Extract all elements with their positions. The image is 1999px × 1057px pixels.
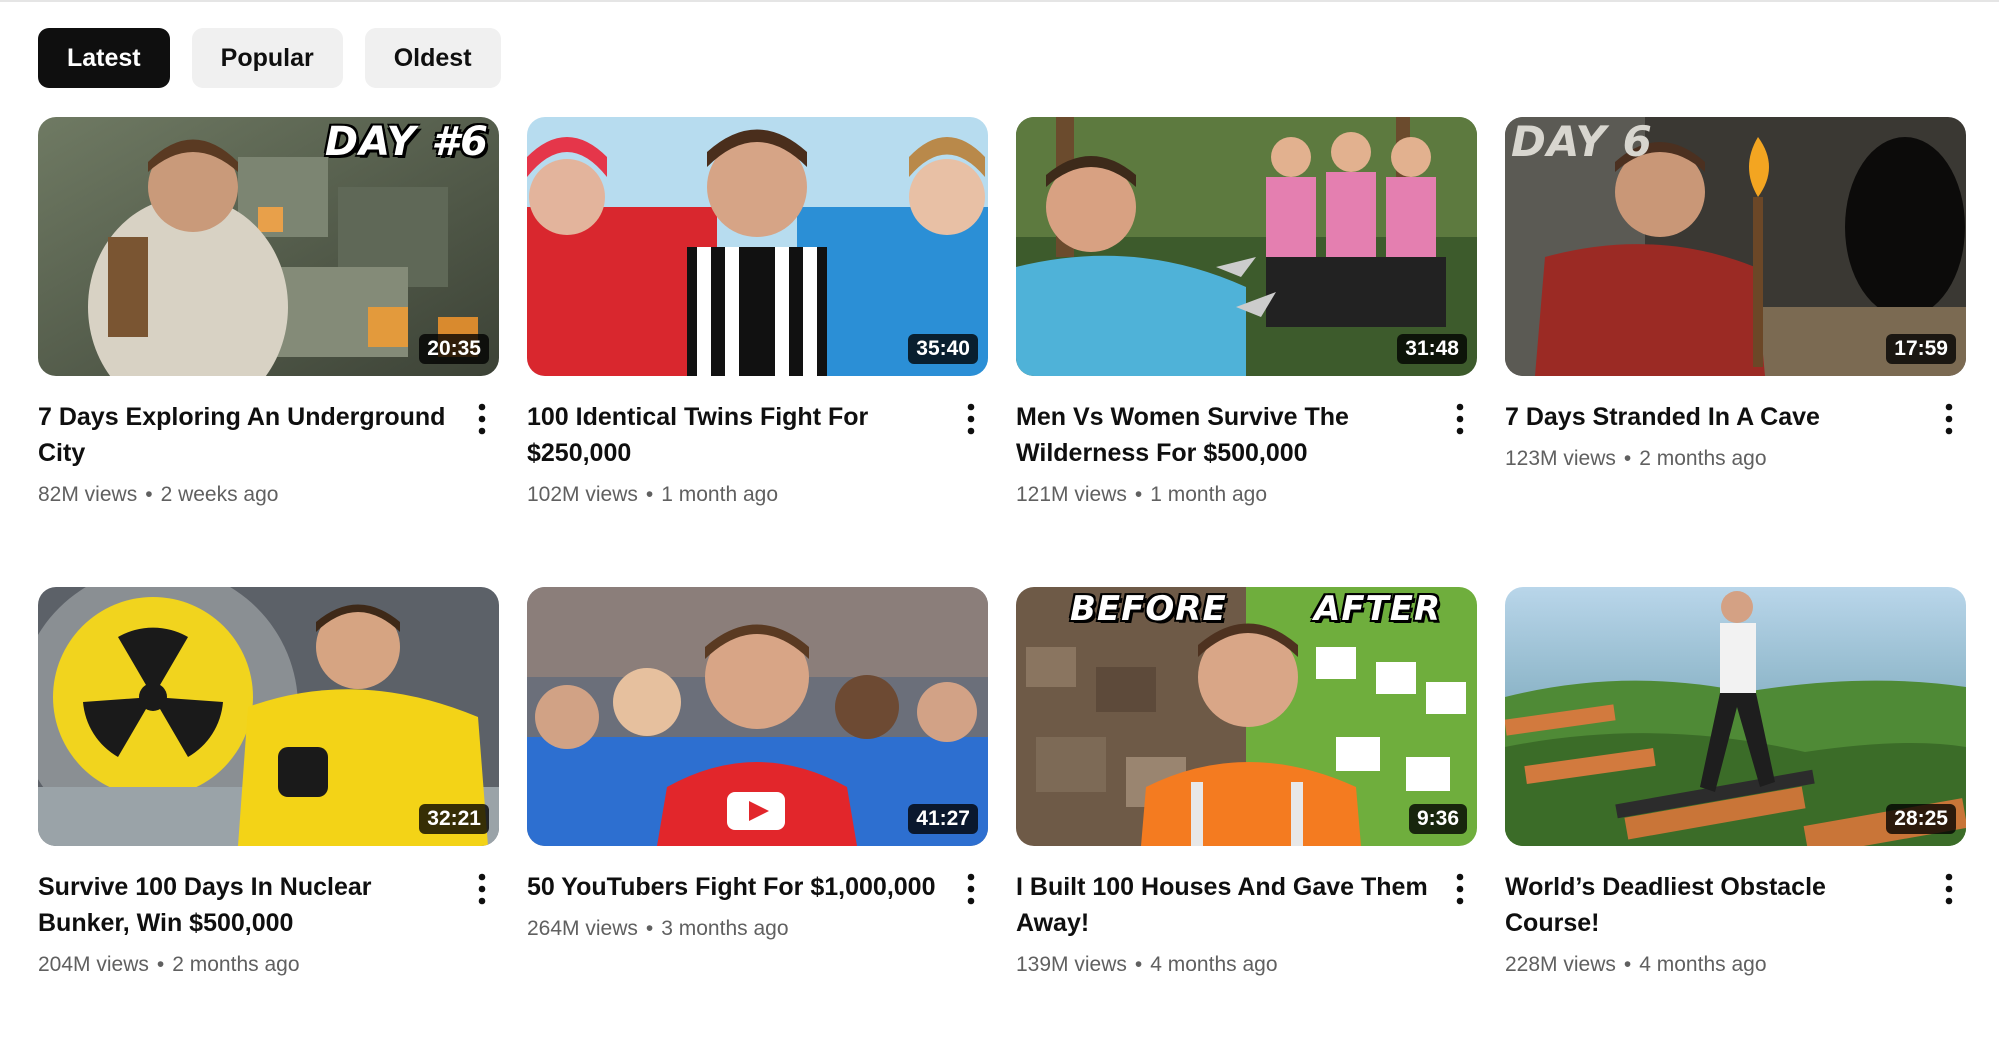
duration-badge: 32:21: [419, 804, 489, 834]
video-thumbnail[interactable]: BEFORE AFTER 9:36: [1016, 587, 1477, 846]
chip-popular[interactable]: Popular: [191, 28, 343, 88]
more-vert-icon: [1945, 873, 1953, 905]
video-card[interactable]: 32:21 Survive 100 Days In Nuclear Bunker…: [38, 587, 499, 1057]
separator: •: [1623, 447, 1632, 470]
view-count: 228M views: [1505, 953, 1616, 976]
view-count: 264M views: [527, 917, 638, 940]
separator: •: [1134, 953, 1143, 976]
more-actions-button[interactable]: [465, 869, 499, 913]
more-actions-button[interactable]: [1932, 869, 1966, 913]
video-card[interactable]: DAY 6 17:59 7 Days Stranded In A Cave 12…: [1505, 117, 1966, 587]
video-card[interactable]: 28:25 World’s Deadliest Obstacle Course!…: [1505, 587, 1966, 1057]
upload-age: 3 months ago: [661, 917, 789, 940]
more-actions-button[interactable]: [465, 399, 499, 443]
chip-oldest[interactable]: Oldest: [364, 28, 501, 88]
separator: •: [1134, 483, 1143, 506]
view-count: 82M views: [38, 483, 138, 506]
video-thumbnail[interactable]: DAY #6 20:35: [38, 117, 499, 376]
upload-age: 1 month ago: [1150, 483, 1268, 506]
separator: •: [156, 953, 165, 976]
video-stats: 123M views • 2 months ago: [1505, 445, 1920, 473]
more-actions-button[interactable]: [1932, 399, 1966, 443]
thumbnail-overlay-after: AFTER: [1314, 589, 1442, 629]
video-thumbnail[interactable]: DAY 6 17:59: [1505, 117, 1966, 376]
video-card[interactable]: 35:40 100 Identical Twins Fight For $250…: [527, 117, 988, 587]
video-card[interactable]: BEFORE AFTER 9:36 I Built 100 Houses And…: [1016, 587, 1477, 1057]
upload-age: 2 months ago: [1639, 447, 1767, 470]
video-card[interactable]: DAY #6 20:35 7 Days Exploring An Undergr…: [38, 117, 499, 587]
video-stats: 228M views • 4 months ago: [1505, 951, 1920, 979]
more-vert-icon: [1456, 873, 1464, 905]
view-count: 102M views: [527, 483, 638, 506]
duration-badge: 31:48: [1397, 334, 1467, 364]
video-thumbnail[interactable]: 35:40: [527, 117, 988, 376]
upload-age: 2 months ago: [172, 953, 300, 976]
video-title[interactable]: Survive 100 Days In Nuclear Bunker, Win …: [38, 869, 453, 941]
more-vert-icon: [967, 873, 975, 905]
video-stats: 204M views • 2 months ago: [38, 951, 453, 979]
thumbnail-overlay-text: DAY 6: [1511, 117, 1653, 166]
separator: •: [145, 483, 153, 506]
upload-age: 2 weeks ago: [160, 483, 279, 506]
video-stats: 82M views • 2 weeks ago: [38, 481, 453, 509]
chip-latest[interactable]: Latest: [38, 28, 170, 88]
upload-age: 4 months ago: [1639, 953, 1767, 976]
view-count: 121M views: [1016, 483, 1127, 506]
top-divider: [0, 0, 1999, 2]
separator: •: [645, 483, 654, 506]
more-vert-icon: [478, 403, 486, 435]
sort-chips: Latest Popular Oldest: [38, 28, 501, 88]
video-stats: 139M views • 4 months ago: [1016, 951, 1431, 979]
video-title[interactable]: 100 Identical Twins Fight For $250,000: [527, 399, 942, 471]
video-card[interactable]: 41:27 50 YouTubers Fight For $1,000,000 …: [527, 587, 988, 1057]
video-thumbnail[interactable]: 31:48: [1016, 117, 1477, 376]
duration-badge: 28:25: [1886, 804, 1956, 834]
upload-age: 1 month ago: [661, 483, 779, 506]
video-title[interactable]: 7 Days Exploring An Underground City: [38, 399, 453, 471]
thumbnail-overlay-before: BEFORE: [1070, 589, 1227, 629]
video-card[interactable]: 31:48 Men Vs Women Survive The Wildernes…: [1016, 117, 1477, 587]
view-count: 139M views: [1016, 953, 1127, 976]
separator: •: [1623, 953, 1632, 976]
video-thumbnail[interactable]: 41:27: [527, 587, 988, 846]
video-grid: DAY #6 20:35 7 Days Exploring An Undergr…: [38, 117, 1966, 1057]
more-actions-button[interactable]: [954, 399, 988, 443]
video-thumbnail[interactable]: 28:25: [1505, 587, 1966, 846]
video-title[interactable]: 7 Days Stranded In A Cave: [1505, 399, 1920, 435]
video-thumbnail[interactable]: 32:21: [38, 587, 499, 846]
more-vert-icon: [478, 873, 486, 905]
video-title[interactable]: 50 YouTubers Fight For $1,000,000: [527, 869, 942, 905]
more-vert-icon: [967, 403, 975, 435]
view-count: 123M views: [1505, 447, 1616, 470]
more-vert-icon: [1945, 403, 1953, 435]
video-stats: 102M views • 1 month ago: [527, 481, 942, 509]
duration-badge: 17:59: [1886, 334, 1956, 364]
more-vert-icon: [1456, 403, 1464, 435]
video-title[interactable]: Men Vs Women Survive The Wilderness For …: [1016, 399, 1431, 471]
more-actions-button[interactable]: [1443, 869, 1477, 913]
more-actions-button[interactable]: [954, 869, 988, 913]
duration-badge: 9:36: [1408, 804, 1467, 834]
upload-age: 4 months ago: [1150, 953, 1278, 976]
duration-badge: 41:27: [908, 804, 978, 834]
view-count: 204M views: [38, 953, 149, 976]
video-stats: 121M views • 1 month ago: [1016, 481, 1431, 509]
thumbnail-overlay-text: DAY #6: [324, 119, 489, 165]
more-actions-button[interactable]: [1443, 399, 1477, 443]
video-stats: 264M views • 3 months ago: [527, 915, 942, 943]
video-title[interactable]: I Built 100 Houses And Gave Them Away!: [1016, 869, 1431, 941]
duration-badge: 20:35: [419, 334, 489, 364]
separator: •: [645, 917, 654, 940]
duration-badge: 35:40: [908, 334, 978, 364]
video-title[interactable]: World’s Deadliest Obstacle Course!: [1505, 869, 1920, 941]
